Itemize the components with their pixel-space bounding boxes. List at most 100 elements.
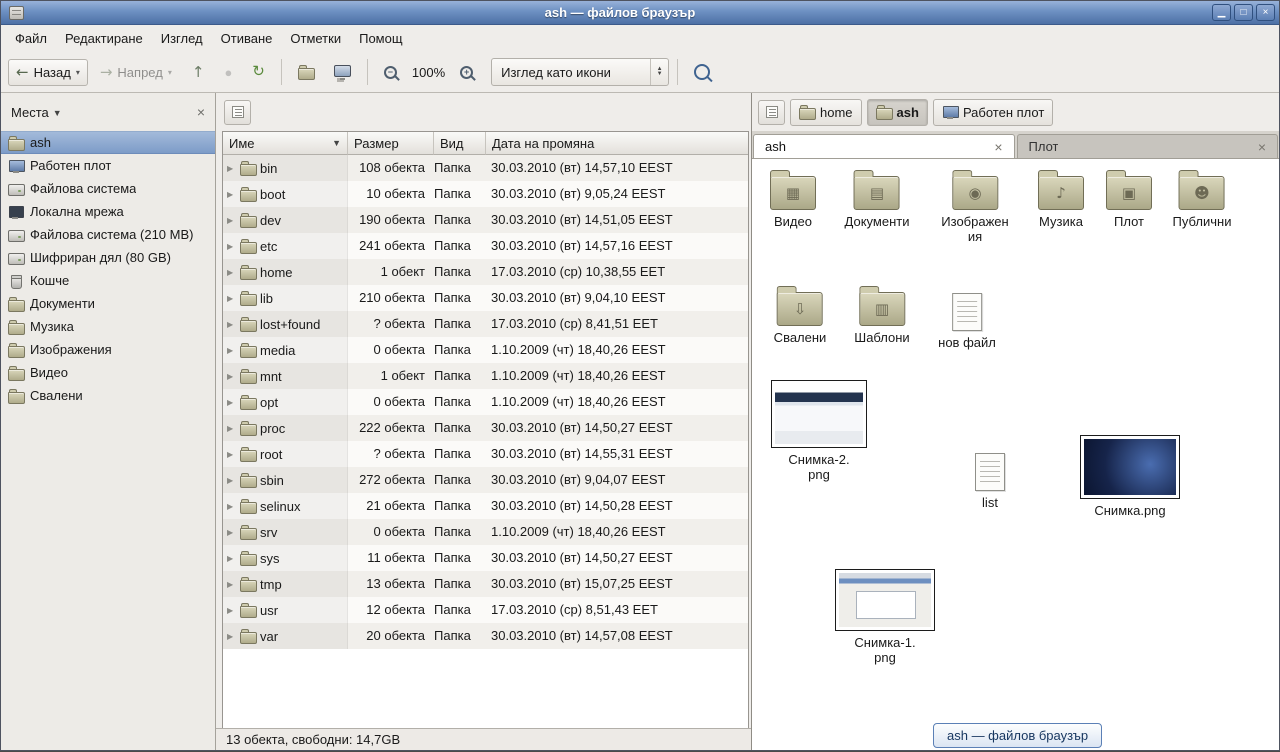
window-menu-icon[interactable] (9, 6, 24, 20)
table-row[interactable]: ▶ home 1 обект Папка 17.03.2010 (ср) 10,… (223, 259, 748, 285)
file-item[interactable]: list (975, 447, 1005, 510)
expander-icon[interactable]: ▶ (227, 190, 236, 199)
taskbar-window-button[interactable]: ash — файлов браузър (933, 723, 1102, 748)
path-button[interactable]: ash (867, 99, 928, 126)
expander-icon[interactable]: ▶ (227, 580, 236, 589)
location-toggle-button[interactable] (224, 100, 251, 125)
reload-button[interactable]: ↻ (244, 59, 273, 85)
table-row[interactable]: ▶ etc 241 обекта Папка 30.03.2010 (вт) 1… (223, 233, 748, 259)
table-row[interactable]: ▶ sbin 272 обекта Папка 30.03.2010 (вт) … (223, 467, 748, 493)
expander-icon[interactable]: ▶ (227, 242, 236, 251)
places-item[interactable]: Видео (1, 361, 215, 384)
file-item[interactable]: Видео (770, 167, 816, 229)
expander-icon[interactable]: ▶ (227, 632, 236, 641)
icon-view[interactable]: Видео Документи Изображен ия (752, 159, 1279, 750)
expander-icon[interactable]: ▶ (227, 424, 236, 433)
table-row[interactable]: ▶ selinux 21 обекта Папка 30.03.2010 (вт… (223, 493, 748, 519)
location-toggle-button[interactable] (758, 100, 785, 125)
table-row[interactable]: ▶ dev 190 обекта Папка 30.03.2010 (вт) 1… (223, 207, 748, 233)
file-item[interactable]: Шаблони (854, 283, 909, 345)
file-item[interactable]: Снимка-1. png (835, 569, 935, 665)
column-header-name[interactable]: Име ▼ (223, 132, 348, 155)
menu-item[interactable]: Файл (6, 27, 56, 50)
places-item[interactable]: Работен плот (1, 154, 215, 177)
tab[interactable]: Плот × (1017, 134, 1279, 158)
zoom-out-button[interactable]: − (376, 60, 405, 85)
path-button[interactable]: home (790, 99, 862, 126)
file-item[interactable]: Публични (1173, 167, 1232, 229)
expander-icon[interactable]: ▶ (227, 164, 236, 173)
expander-icon[interactable]: ▶ (227, 216, 236, 225)
menu-item[interactable]: Изглед (152, 27, 212, 50)
file-item[interactable]: Документи (845, 167, 910, 229)
table-row[interactable]: ▶ media 0 обекта Папка 1.10.2009 (чт) 18… (223, 337, 748, 363)
column-header-type[interactable]: Вид (434, 132, 486, 155)
back-dropdown-icon[interactable]: ▾ (76, 68, 80, 77)
home-button[interactable] (290, 58, 322, 86)
expander-icon[interactable]: ▶ (227, 268, 236, 277)
table-row[interactable]: ▶ bin 108 обекта Папка 30.03.2010 (вт) 1… (223, 155, 748, 181)
expander-icon[interactable]: ▶ (227, 502, 236, 511)
expander-icon[interactable]: ▶ (227, 528, 236, 537)
table-row[interactable]: ▶ lib 210 обекта Папка 30.03.2010 (вт) 9… (223, 285, 748, 311)
table-row[interactable]: ▶ mnt 1 обект Папка 1.10.2009 (чт) 18,40… (223, 363, 748, 389)
search-button[interactable] (686, 58, 718, 86)
file-item[interactable]: Снимка-2. png (771, 380, 867, 482)
menu-item[interactable]: Отиване (212, 27, 282, 50)
places-close-icon[interactable]: × (197, 104, 205, 120)
tab[interactable]: ash × (753, 134, 1015, 158)
menu-item[interactable]: Отметки (281, 27, 350, 50)
computer-button[interactable] (326, 61, 359, 83)
expander-icon[interactable]: ▶ (227, 606, 236, 615)
file-item[interactable]: Снимка.png (1080, 435, 1180, 518)
places-item[interactable]: Шифриран дял (80 GB) (1, 246, 215, 269)
expander-icon[interactable]: ▶ (227, 346, 236, 355)
table-row[interactable]: ▶ srv 0 обекта Папка 1.10.2009 (чт) 18,4… (223, 519, 748, 545)
places-item[interactable]: Локална мрежа (1, 200, 215, 223)
expander-icon[interactable]: ▶ (227, 554, 236, 563)
minimize-button[interactable]: ▁ (1212, 4, 1231, 21)
column-header-size[interactable]: Размер (348, 132, 434, 155)
table-row[interactable]: ▶ proc 222 обекта Папка 30.03.2010 (вт) … (223, 415, 748, 441)
zoom-in-button[interactable]: + (452, 60, 481, 85)
table-row[interactable]: ▶ var 20 обекта Папка 30.03.2010 (вт) 14… (223, 623, 748, 649)
expander-icon[interactable]: ▶ (227, 450, 236, 459)
table-row[interactable]: ▶ sys 11 обекта Папка 30.03.2010 (вт) 14… (223, 545, 748, 571)
expander-icon[interactable]: ▶ (227, 320, 236, 329)
file-item[interactable]: Музика (1038, 167, 1084, 229)
back-button[interactable]: ← Назад ▾ (8, 59, 88, 86)
column-header-modified[interactable]: Дата на промяна (486, 132, 748, 155)
menu-item[interactable]: Помощ (350, 27, 411, 50)
expander-icon[interactable]: ▶ (227, 398, 236, 407)
expander-icon[interactable]: ▶ (227, 476, 236, 485)
places-item[interactable]: Файлова система (210 MB) (1, 223, 215, 246)
file-item[interactable]: нов файл (938, 287, 996, 350)
table-row[interactable]: ▶ usr 12 обекта Папка 17.03.2010 (ср) 8,… (223, 597, 748, 623)
places-dropdown-icon[interactable]: ▼ (53, 108, 62, 118)
close-button[interactable]: × (1256, 4, 1275, 21)
titlebar[interactable]: ash — файлов браузър ▁ □ × (1, 1, 1279, 25)
table-row[interactable]: ▶ tmp 13 обекта Папка 30.03.2010 (вт) 15… (223, 571, 748, 597)
file-item[interactable]: Свалени (774, 283, 827, 345)
tab-close-icon[interactable]: × (994, 140, 1002, 154)
table-row[interactable]: ▶ lost+found ? обекта Папка 17.03.2010 (… (223, 311, 748, 337)
file-item[interactable]: Плот (1106, 167, 1152, 229)
places-item[interactable]: Изображения (1, 338, 215, 361)
places-item[interactable]: Свалени (1, 384, 215, 407)
places-item[interactable]: Файлова система (1, 177, 215, 200)
view-mode-select[interactable]: Изглед като икони ▲▼ (491, 58, 669, 86)
table-row[interactable]: ▶ boot 10 обекта Папка 30.03.2010 (вт) 9… (223, 181, 748, 207)
places-item[interactable]: ash (1, 131, 215, 154)
file-item[interactable]: Изображен ия (941, 167, 1008, 244)
table-row[interactable]: ▶ opt 0 обекта Папка 1.10.2009 (чт) 18,4… (223, 389, 748, 415)
table-row[interactable]: ▶ root ? обекта Папка 30.03.2010 (вт) 14… (223, 441, 748, 467)
expander-icon[interactable]: ▶ (227, 294, 236, 303)
menu-item[interactable]: Редактиране (56, 27, 152, 50)
path-button[interactable]: Работен плот (933, 99, 1053, 126)
up-button[interactable]: ↑ (184, 59, 213, 85)
places-item[interactable]: Документи (1, 292, 215, 315)
places-title[interactable]: Места (11, 105, 49, 120)
places-item[interactable]: Кошче (1, 269, 215, 292)
tab-close-icon[interactable]: × (1258, 140, 1266, 154)
maximize-button[interactable]: □ (1234, 4, 1253, 21)
